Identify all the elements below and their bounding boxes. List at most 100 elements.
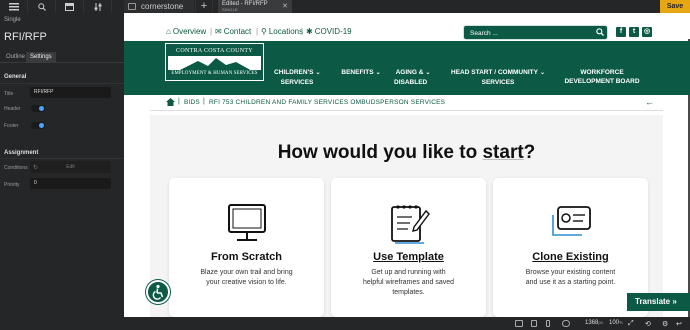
util-link-label: Contact xyxy=(223,27,252,36)
conditions-edit-button[interactable]: Edit xyxy=(30,161,111,173)
expand-icon[interactable]: ⤢ xyxy=(628,320,634,328)
back-arrow-icon[interactable]: ← xyxy=(645,97,654,107)
bottom-toolbar xyxy=(124,317,690,330)
instagram-icon[interactable]: ◎ xyxy=(642,27,652,37)
header-toggle[interactable] xyxy=(31,105,45,112)
util-link-covid[interactable]: ✱ COVID-19 xyxy=(306,27,352,36)
util-link-label: Overview xyxy=(172,27,207,36)
tab-edited-document[interactable]: Edited - RFI/RFP SINGLE ✕ xyxy=(218,0,292,13)
util-link-contact[interactable]: ✉ Contact xyxy=(215,27,251,36)
home-icon[interactable] xyxy=(166,98,175,106)
tablet-view-icon[interactable] xyxy=(531,320,537,327)
util-link-locations[interactable]: ⚲ Locations xyxy=(261,27,303,36)
divider xyxy=(0,158,124,159)
envelope-icon: ✉ xyxy=(215,27,222,36)
card-description: Browse your existing content and use it … xyxy=(525,269,616,286)
menu-button[interactable] xyxy=(0,0,28,13)
tab-settings[interactable]: Settings xyxy=(26,52,56,63)
search-input[interactable] xyxy=(470,28,585,38)
nav-label-line1: HEAD START / COMMUNITY xyxy=(451,69,538,76)
county-logo[interactable]: CONTRA COSTA COUNTY EMPLOYMENT & HUMAN S… xyxy=(165,43,264,81)
divider xyxy=(0,83,124,84)
desktop-view-icon[interactable] xyxy=(515,320,523,327)
logo-top-text: CONTRA COSTA COUNTY xyxy=(168,46,261,56)
heading-underlined: start xyxy=(482,142,524,163)
separator: | xyxy=(256,27,259,36)
save-button[interactable]: Save xyxy=(660,0,690,13)
footer-toggle[interactable] xyxy=(31,122,45,129)
wheelchair-icon xyxy=(152,284,164,300)
tab-outline[interactable]: Outline xyxy=(2,52,29,63)
util-link-label: COVID-19 xyxy=(314,27,352,36)
facebook-icon[interactable]: f xyxy=(616,27,626,37)
viewport-width-value: 1368 xyxy=(585,320,599,326)
search-icon[interactable] xyxy=(596,28,604,36)
heading-text: How would you like to xyxy=(277,142,483,163)
layout-icon xyxy=(65,2,74,11)
zoom-value: 100 xyxy=(609,320,620,326)
card-from-scratch[interactable]: From Scratch Blaze your own trail and br… xyxy=(169,178,324,317)
chevron-down-icon: ⌄ xyxy=(375,70,381,76)
nav-childrens-services[interactable]: CHILDREN'S ⌄ SERVICES xyxy=(274,68,321,87)
nav-head-start[interactable]: HEAD START / COMMUNITY ⌄ SERVICES xyxy=(447,68,549,87)
layout-tool-button[interactable] xyxy=(56,0,84,13)
monitor-icon xyxy=(227,204,266,241)
nav-label-line1: BENEFITS xyxy=(341,69,374,76)
general-heading: General xyxy=(4,74,27,80)
site-search-box[interactable] xyxy=(463,25,608,40)
breadcrumb-bids[interactable]: BIDS xyxy=(184,99,200,106)
viewport-width-unit: px xyxy=(598,320,604,325)
location-pin-icon: ⚲ xyxy=(261,27,267,36)
menu-icon xyxy=(8,2,19,10)
virus-icon: ✱ xyxy=(306,27,313,36)
accessibility-button[interactable] xyxy=(146,280,170,304)
zoom-readout: 100% xyxy=(609,320,623,326)
nav-aging-disabled[interactable]: AGING & ⌄ DISABLED xyxy=(391,68,435,87)
notepad-pencil-icon xyxy=(390,205,430,244)
mobile-view-icon[interactable] xyxy=(546,320,550,327)
panel-subtitle: Single xyxy=(4,17,21,23)
card-description: Get up and running with helpful wirefram… xyxy=(362,269,455,296)
title-field[interactable]: RFI/RFP xyxy=(30,87,111,98)
util-link-label: Locations xyxy=(268,27,304,36)
twitter-icon[interactable]: t xyxy=(629,27,639,37)
search-tool-button[interactable] xyxy=(28,0,56,13)
footer-label: Footer xyxy=(4,123,19,129)
new-tab-button[interactable]: + xyxy=(195,0,213,13)
nav-benefits[interactable]: BENEFITS ⌄ xyxy=(338,68,384,78)
card-title: From Scratch xyxy=(211,251,282,263)
header-label: Header xyxy=(4,106,21,112)
separator: | xyxy=(210,27,213,36)
chevron-down-icon: ⌄ xyxy=(539,70,545,76)
nav-label-line2: DEVELOPMENT BOARD xyxy=(564,78,640,85)
fit-view-icon[interactable] xyxy=(562,320,570,327)
chevron-down-icon: ⌄ xyxy=(315,70,321,76)
settings-icon[interactable]: ⚙ xyxy=(662,320,668,328)
refresh-icon: ↻ xyxy=(33,165,39,171)
nav-workforce-board[interactable]: WORKFORCE DEVELOPMENT BOARD xyxy=(560,68,644,86)
nav-label-line2: DISABLED xyxy=(394,79,428,86)
cornerstone-logo-icon xyxy=(128,3,136,10)
card-use-template[interactable]: Use Template Get up and running with hel… xyxy=(331,178,486,317)
zoom-unit: % xyxy=(619,320,624,325)
card-clone-existing[interactable]: Clone Existing Browse your existing cont… xyxy=(493,178,648,317)
assignment-heading: Assignment xyxy=(4,150,39,156)
settings-tool-button[interactable] xyxy=(84,0,112,13)
back-arrow-icon[interactable]: ↩ xyxy=(676,320,682,328)
clone-card-icon xyxy=(551,206,591,236)
translate-button[interactable]: Translate » xyxy=(627,293,690,311)
card-title: Clone Existing xyxy=(532,251,609,263)
conditions-label: Conditions xyxy=(4,165,28,171)
close-tab-icon[interactable]: ✕ xyxy=(282,2,288,10)
nav-label-line2: SERVICES xyxy=(280,79,314,86)
tab-cornerstone[interactable]: cornerstone xyxy=(124,0,194,13)
history-icon[interactable]: ⟲ xyxy=(645,320,651,328)
util-link-overview[interactable]: ⌂ Overview xyxy=(166,27,206,36)
viewport-width-readout: 1368px xyxy=(585,320,603,326)
nav-label-line1: WORKFORCE xyxy=(580,69,624,76)
separator: | xyxy=(301,27,304,36)
priority-field[interactable]: 0 xyxy=(30,178,111,189)
chevron-down-icon: ⌄ xyxy=(425,70,431,76)
search-icon xyxy=(37,2,46,11)
tab-cornerstone-label: cornerstone xyxy=(141,2,184,11)
